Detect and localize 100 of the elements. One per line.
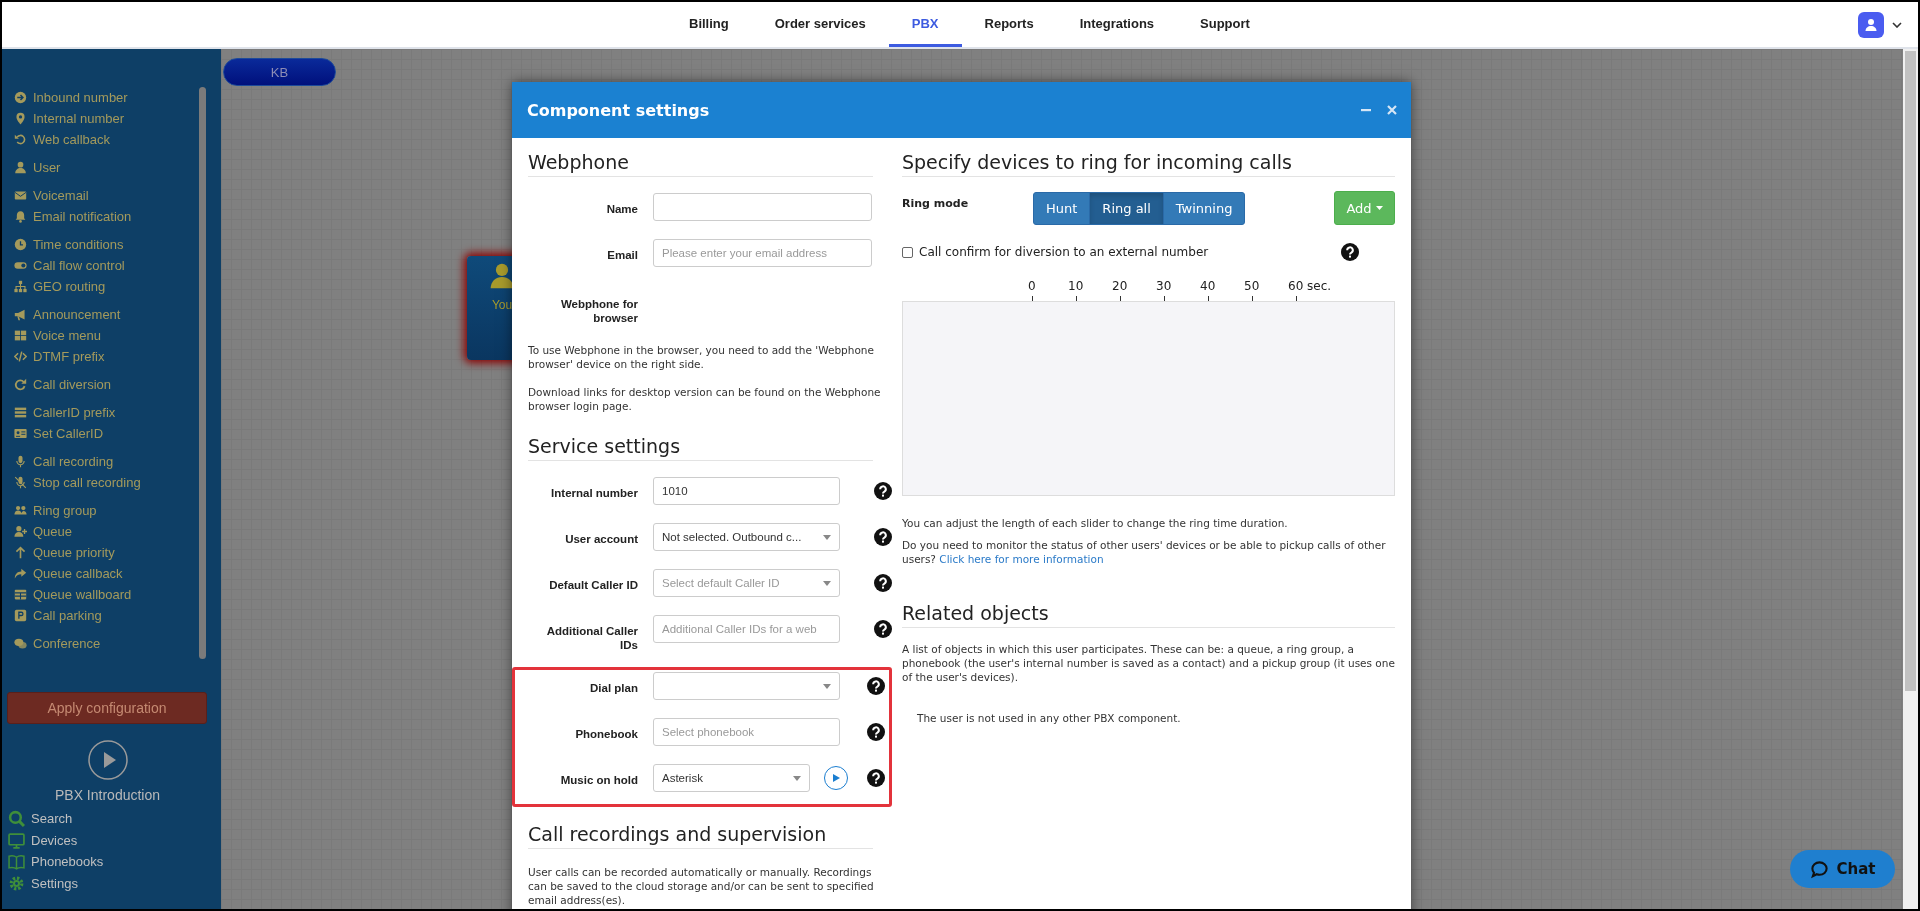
close-icon[interactable] xyxy=(1387,105,1397,115)
scrollbar[interactable] xyxy=(1903,49,1918,909)
chat-bubble-icon xyxy=(1809,859,1829,879)
sidebar-link[interactable]: Devices xyxy=(8,829,213,851)
chat-button[interactable]: Chat xyxy=(1790,850,1895,888)
component-item[interactable]: Time conditions xyxy=(14,234,213,255)
play-icon[interactable] xyxy=(87,740,128,780)
section-heading: Call recordings and supervision xyxy=(528,823,873,849)
component-item[interactable]: Set CallerID xyxy=(14,423,213,444)
ring-mode-option[interactable]: Hunt xyxy=(1033,191,1091,225)
nav-tab[interactable]: Order services xyxy=(751,2,889,47)
sidebar-link[interactable]: Phonebooks xyxy=(8,851,213,873)
help-icon[interactable] xyxy=(867,677,885,695)
component-item[interactable]: Call parking xyxy=(14,605,213,626)
component-item[interactable]: Queue callback xyxy=(14,563,213,584)
id-card-icon xyxy=(14,427,27,440)
nav-tab[interactable]: Billing xyxy=(666,2,752,47)
user-icon xyxy=(14,161,27,174)
component-item[interactable]: Voicemail xyxy=(14,185,213,206)
component-item[interactable]: Call flow control xyxy=(14,255,213,276)
apply-configuration-button[interactable]: Apply configuration xyxy=(7,692,207,724)
component-item[interactable]: Voice menu xyxy=(14,325,213,346)
input-field[interactable]: Additional Caller IDs for a web xyxy=(653,615,840,643)
component-item[interactable]: Conference xyxy=(14,633,213,654)
help-icon[interactable] xyxy=(867,723,885,741)
help-icon[interactable] xyxy=(874,482,892,500)
scrollbar[interactable] xyxy=(199,87,206,659)
clock-icon xyxy=(14,238,27,251)
section-heading: Service settings xyxy=(528,435,873,461)
nav-tab[interactable]: Reports xyxy=(961,2,1057,47)
help-icon[interactable] xyxy=(874,528,892,546)
nav-tab[interactable]: Integrations xyxy=(1056,2,1178,47)
caret-icon xyxy=(793,775,801,781)
select-field[interactable]: Not selected. Outbound c... xyxy=(653,523,840,551)
ruler-label: 40 xyxy=(1200,279,1216,293)
list-icon xyxy=(14,406,27,419)
microphone-icon xyxy=(14,455,27,468)
component-item[interactable]: Internal number xyxy=(14,108,213,129)
component-item[interactable]: Call diversion xyxy=(14,374,213,395)
input-field[interactable]: Select phonebook xyxy=(653,718,840,746)
chevron-down-icon xyxy=(1892,21,1902,28)
ruler-label: 60 sec. xyxy=(1288,279,1332,293)
input-field[interactable] xyxy=(653,193,872,221)
component-item[interactable]: Queue priority xyxy=(14,542,213,563)
component-item[interactable]: Call recording xyxy=(14,451,213,472)
component-item[interactable]: User xyxy=(14,157,213,178)
section-heading: Related objects xyxy=(902,602,1395,628)
checkbox[interactable] xyxy=(902,246,913,258)
ruler-label: 50 xyxy=(1244,279,1260,293)
intro-link[interactable]: PBX Introduction xyxy=(54,787,161,803)
ruler-label: 20 xyxy=(1112,279,1128,293)
field-label: Additional Caller IDs xyxy=(545,624,638,652)
sidebar-link[interactable]: Settings xyxy=(8,872,213,894)
ring-mode-option[interactable]: Ring all xyxy=(1089,191,1164,225)
help-icon[interactable] xyxy=(874,574,892,592)
user-plus-icon xyxy=(14,525,27,538)
input-field[interactable]: 1010 xyxy=(653,477,840,505)
component-item[interactable]: Email notification xyxy=(14,206,213,227)
nav-tab[interactable]: Support xyxy=(1177,2,1273,47)
help-text: Download links for desktop version can be found on the Webphone browser login page. xyxy=(528,385,882,413)
component-item[interactable]: Queue wallboard xyxy=(14,584,213,605)
input-field[interactable]: Please enter your email address xyxy=(653,239,872,267)
play-button[interactable] xyxy=(824,766,848,790)
select-field[interactable]: Select default Caller ID xyxy=(653,569,840,597)
select-field[interactable] xyxy=(653,672,840,700)
empty-message: The user is not used in any other PBX component. xyxy=(917,712,1182,724)
field-label: Ring mode xyxy=(902,196,970,210)
field-label: Phonebook xyxy=(574,727,638,741)
account-avatar[interactable] xyxy=(1858,11,1884,38)
help-icon[interactable] xyxy=(874,620,892,638)
component-item[interactable]: Stop call recording xyxy=(14,472,213,493)
caret-icon xyxy=(823,580,831,586)
help-icon[interactable] xyxy=(1341,243,1359,261)
component-item[interactable]: CallerID prefix xyxy=(14,402,213,423)
envelope-icon xyxy=(14,189,27,202)
book-icon xyxy=(8,853,25,871)
more-info-link[interactable]: Click here for more information xyxy=(939,553,1104,565)
component-item[interactable]: Ring group xyxy=(14,500,213,521)
diagram-node[interactable]: KB xyxy=(223,58,336,86)
ring-mode-option[interactable]: Twinning xyxy=(1162,191,1246,225)
component-item[interactable]: GEO routing xyxy=(14,276,213,297)
help-text: Do you need to monitor the status of other users' devices or be able to pickup calls of other users? Click here for more information xyxy=(902,538,1387,566)
redo-icon xyxy=(14,378,27,391)
component-item[interactable]: Web callback xyxy=(14,129,213,150)
component-item[interactable]: Announcement xyxy=(14,304,213,325)
add-button[interactable]: Add xyxy=(1334,191,1395,225)
help-text: A list of objects in which this user participates. These can be: a queue, a ring group, a phonebook (the user's internal number is saved as a contact) and a pickup group (it uses one of the user's devices). xyxy=(902,642,1395,684)
field-label: Default Caller ID xyxy=(548,578,638,592)
field-label: Name xyxy=(605,202,638,216)
component-item[interactable]: Inbound number xyxy=(14,87,213,108)
code-icon xyxy=(14,350,27,363)
bell-icon xyxy=(14,210,27,223)
ruler-label: 10 xyxy=(1068,279,1084,293)
toggle-icon xyxy=(14,259,27,272)
sidebar-link[interactable]: Search xyxy=(8,808,213,830)
component-item[interactable]: DTMF prefix xyxy=(14,346,213,367)
arrow-up-icon xyxy=(14,546,27,559)
select-field[interactable]: Asterisk xyxy=(653,764,810,792)
component-item[interactable]: Queue xyxy=(14,521,213,542)
help-icon[interactable] xyxy=(867,769,885,787)
